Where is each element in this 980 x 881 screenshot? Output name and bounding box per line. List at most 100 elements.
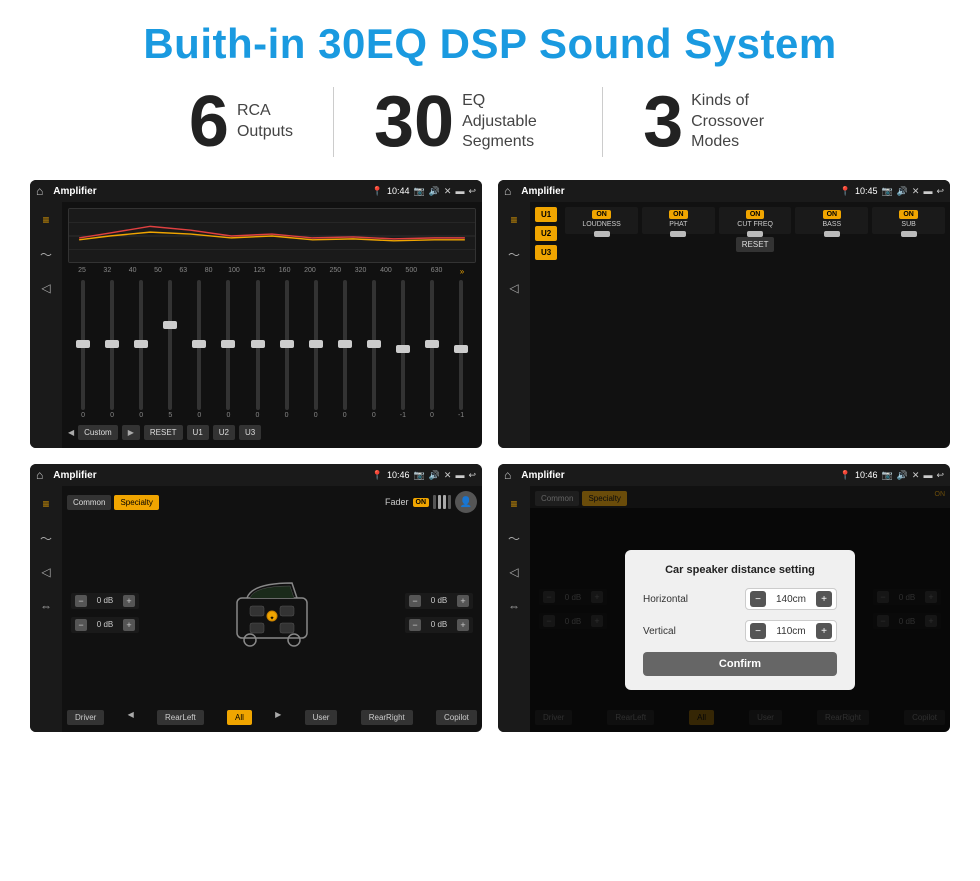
minimize-icon: ▬ — [455, 186, 464, 196]
right-bottom-plus-btn[interactable]: + — [457, 619, 469, 631]
eq-time: 10:44 — [387, 186, 410, 196]
dialog-title: Car speaker distance setting — [643, 564, 837, 576]
fader-camera-icon: 📷 — [413, 470, 424, 481]
prev-arrow[interactable]: ◀ — [68, 428, 74, 437]
right-arrow-btn[interactable]: ▶ — [275, 710, 281, 725]
eq-slider-5[interactable]: 0 — [186, 280, 212, 419]
eq-slider-2[interactable]: 0 — [99, 280, 125, 419]
dialog-camera-icon: 📷 — [881, 470, 892, 481]
right-bottom-db-control: − 0 dB + — [405, 617, 473, 633]
right-top-minus-btn[interactable]: − — [409, 595, 421, 607]
dialog-sidebar-speaker-icon[interactable]: ◁ — [504, 562, 524, 582]
eq-slider-9[interactable]: 0 — [303, 280, 329, 419]
stat-eq-label: EQ AdjustableSegments — [462, 91, 562, 153]
right-bottom-minus-btn[interactable]: − — [409, 619, 421, 631]
phat-on-badge[interactable]: ON — [669, 210, 688, 219]
right-top-plus-btn[interactable]: + — [457, 595, 469, 607]
sub-on-badge[interactable]: ON — [899, 210, 918, 219]
u3-btn[interactable]: U3 — [239, 425, 261, 440]
left-bottom-plus-btn[interactable]: + — [123, 619, 135, 631]
dialog-sidebar-eq-icon[interactable]: ≡ — [504, 494, 524, 514]
amp-sidebar-speaker-icon[interactable]: ◁ — [504, 278, 524, 298]
cutfreq-on-badge[interactable]: ON — [746, 210, 765, 219]
user-btn[interactable]: User — [305, 710, 338, 725]
right-top-db-value: 0 dB — [424, 596, 454, 605]
fader-sidebar-eq-icon[interactable]: ≡ — [36, 494, 56, 514]
amp-reset-btn[interactable]: RESET — [736, 237, 775, 252]
loudness-on-badge[interactable]: ON — [592, 210, 611, 219]
horizontal-label: Horizontal — [643, 594, 688, 605]
eq-slider-8[interactable]: 0 — [274, 280, 300, 419]
fader-minimize-icon: ▬ — [455, 470, 464, 480]
fader-home-icon[interactable]: ⌂ — [36, 468, 43, 482]
fader-on-badge[interactable]: ON — [413, 498, 430, 507]
left-top-plus-btn[interactable]: + — [123, 595, 135, 607]
eq-sidebar-speaker-icon[interactable]: ◁ — [36, 278, 56, 298]
eq-slider-13[interactable]: 0 — [419, 280, 445, 419]
left-bottom-db-value: 0 dB — [90, 620, 120, 629]
dialog-sidebar-wave-icon[interactable]: 〜 — [504, 528, 524, 548]
car-diagram: ✦ — [222, 568, 322, 658]
stat-eq: 30 EQ AdjustableSegments — [334, 86, 602, 158]
left-top-minus-btn[interactable]: − — [75, 595, 87, 607]
left-top-db-value: 0 dB — [90, 596, 120, 605]
dialog-bg-on: ON — [935, 491, 946, 506]
eq-slider-12[interactable]: -1 — [390, 280, 416, 419]
camera-icon: 📷 — [413, 186, 424, 197]
dialog-topbar-title: Amplifier — [521, 470, 833, 481]
close-icon: ✕ — [444, 186, 452, 197]
amp-sidebar-wave-icon[interactable]: 〜 — [504, 244, 524, 264]
fader-mini-slider[interactable] — [433, 495, 451, 509]
home-icon[interactable]: ⌂ — [36, 184, 43, 198]
u1-preset-btn[interactable]: U1 — [535, 207, 557, 222]
vertical-minus-btn[interactable]: − — [750, 623, 766, 639]
fader-user-avatar: 👤 — [455, 491, 477, 513]
eq-sidebar-eq-icon[interactable]: ≡ — [36, 210, 56, 230]
dialog-sidebar-arrows-icon[interactable]: ⇔ — [504, 596, 524, 616]
left-bottom-minus-btn[interactable]: − — [75, 619, 87, 631]
eq-slider-4[interactable]: 5 — [157, 280, 183, 419]
left-arrow-btn[interactable]: ◀ — [128, 710, 134, 725]
rearright-btn[interactable]: RearRight — [361, 710, 413, 725]
u3-preset-btn[interactable]: U3 — [535, 245, 557, 260]
horizontal-plus-btn[interactable]: + — [816, 591, 832, 607]
bass-on-badge[interactable]: ON — [823, 210, 842, 219]
eq-slider-6[interactable]: 0 — [215, 280, 241, 419]
amp-home-icon[interactable]: ⌂ — [504, 184, 511, 198]
u1-btn[interactable]: U1 — [187, 425, 209, 440]
horizontal-minus-btn[interactable]: − — [750, 591, 766, 607]
copilot-btn[interactable]: Copilot — [436, 710, 477, 725]
dialog-home-icon[interactable]: ⌂ — [504, 468, 511, 482]
eq-topbar-icons: 📍 10:44 📷 🔊 ✕ ▬ ↩ — [372, 186, 476, 197]
common-tab[interactable]: Common — [67, 495, 111, 510]
eq-slider-7[interactable]: 0 — [244, 280, 270, 419]
play-btn[interactable]: ▶ — [122, 425, 140, 440]
eq-slider-10[interactable]: 0 — [332, 280, 358, 419]
stat-rca-number: 6 — [189, 86, 229, 158]
specialty-tab[interactable]: Specialty — [114, 495, 158, 510]
reset-btn[interactable]: RESET — [144, 425, 183, 440]
eq-slider-3[interactable]: 0 — [128, 280, 154, 419]
rearleft-btn[interactable]: RearLeft — [157, 710, 204, 725]
vertical-plus-btn[interactable]: + — [816, 623, 832, 639]
eq-screen-body: ≡ 〜 ◁ — [30, 202, 482, 448]
amp-sidebar-eq-icon[interactable]: ≡ — [504, 210, 524, 230]
dialog-volume-icon: 🔊 — [897, 470, 908, 481]
confirm-button[interactable]: Confirm — [643, 652, 837, 676]
eq-sidebar-wave-icon[interactable]: 〜 — [36, 244, 56, 264]
eq-slider-1[interactable]: 0 — [70, 280, 96, 419]
fader-sidebar-arrows-icon[interactable]: ⇔ — [36, 596, 56, 616]
fader-volume-icon: 🔊 — [429, 470, 440, 481]
eq-slider-14[interactable]: -1 — [448, 280, 474, 419]
fader-sidebar-speaker-icon[interactable]: ◁ — [36, 562, 56, 582]
fader-sidebar-wave-icon[interactable]: 〜 — [36, 528, 56, 548]
dialog-minimize-icon: ▬ — [923, 470, 932, 480]
all-btn[interactable]: All — [227, 710, 252, 725]
custom-btn[interactable]: Custom — [78, 425, 118, 440]
eq-slider-11[interactable]: 0 — [361, 280, 387, 419]
amp-topbar-title: Amplifier — [521, 186, 833, 197]
u2-preset-btn[interactable]: U2 — [535, 226, 557, 241]
u2-btn[interactable]: U2 — [213, 425, 235, 440]
amp-preset-btns: U1 U2 U3 — [535, 207, 557, 260]
driver-btn[interactable]: Driver — [67, 710, 104, 725]
